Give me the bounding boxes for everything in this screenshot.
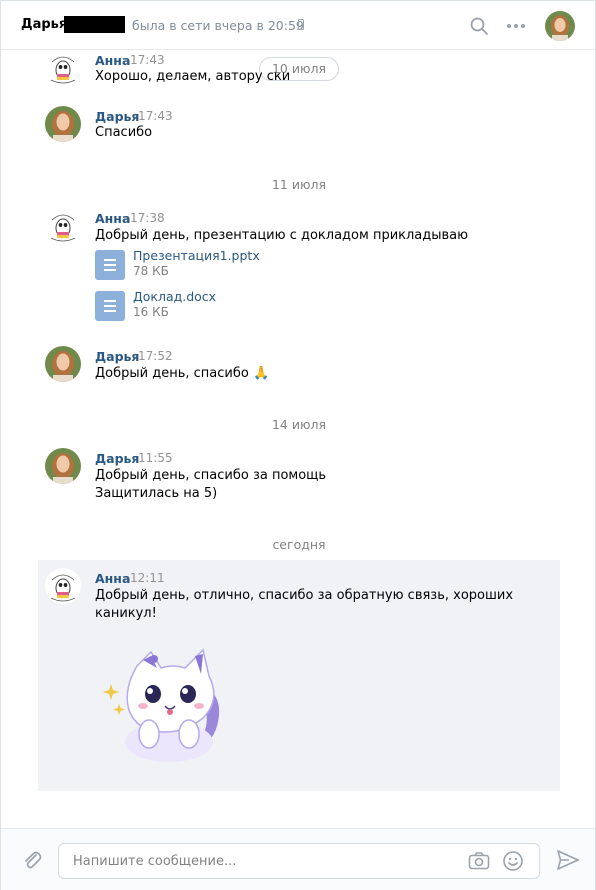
file-size: 16 КБ [133,305,169,319]
message-author[interactable]: Анна [95,571,130,586]
avatar-anna[interactable] [45,568,81,604]
document-icon [95,291,125,321]
contact-avatar[interactable] [545,11,575,41]
date-separator: 11 июля [271,177,327,192]
avatar-darya[interactable] [45,448,81,484]
search-icon[interactable] [470,17,488,35]
message-time: 17:43 [130,53,165,67]
more-icon[interactable] [506,23,526,29]
message-author[interactable]: Дарья [95,451,139,466]
chat-header: Дарья была в сети вчера в 20:59 [1,1,595,50]
message-text: Добрый день, презентацию с докладом прик… [95,228,469,243]
document-icon [95,250,125,280]
avatar-darya[interactable] [45,346,81,382]
message-text: Добрый день, отлично, спасибо за обратну… [95,588,514,603]
message-author[interactable]: Анна [95,53,130,68]
attachment-file[interactable]: Доклад.docx 16 КБ [95,289,295,323]
online-status: была в сети вчера в 20:59 [132,18,304,33]
message-text: Спасибо [95,125,153,140]
mobile-icon [298,19,304,30]
emoji-icon[interactable] [502,850,524,872]
message-time: 12:11 [130,571,165,585]
avatar-anna[interactable] [45,50,81,86]
avatar-anna[interactable] [45,208,81,244]
message-time: 17:52 [138,349,173,363]
camera-icon[interactable] [468,851,490,871]
cat-sticker[interactable] [99,646,229,762]
file-size: 78 КБ [133,264,169,278]
message-time: 11:55 [138,451,173,465]
contact-name[interactable]: Дарья [21,17,67,32]
message-text: Добрый день, спасибо за помощь [95,468,327,483]
redacted-surname [64,16,125,33]
message-author[interactable]: Дарья [95,109,139,124]
avatar-darya[interactable] [45,106,81,142]
date-separator: сегодня [272,537,326,552]
attachment-file[interactable]: Презентация1.pptx 78 КБ [95,248,295,282]
message-text: каникул! [95,606,157,621]
send-icon[interactable] [557,850,579,870]
message-author[interactable]: Анна [95,211,130,226]
message-composer [1,828,595,890]
file-name[interactable]: Доклад.docx [133,289,216,304]
chat-window: Дарья была в сети вчера в 20:59 10 июля … [0,0,596,890]
message-text: Хорошо, делаем, автору ски [95,69,291,84]
message-author[interactable]: Дарья [95,349,139,364]
message-time: 17:43 [138,109,173,123]
message-time: 17:38 [130,211,165,225]
attach-icon[interactable] [21,849,43,871]
date-separator: 14 июля [271,417,327,432]
message-text: Защитилась на 5) [95,486,218,501]
file-name[interactable]: Презентация1.pptx [133,248,260,263]
message-text: Добрый день, спасибо 🙏 [95,366,270,381]
